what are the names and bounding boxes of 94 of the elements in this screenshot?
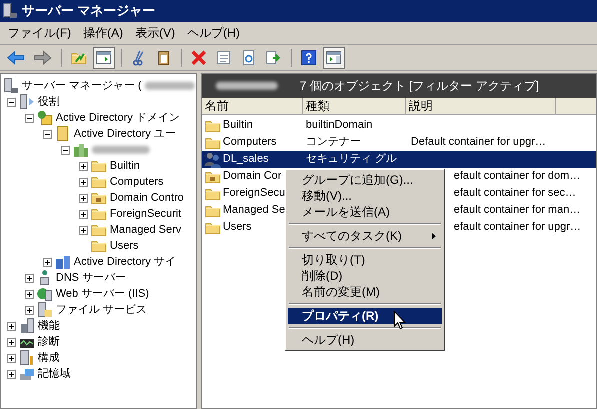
redacted-label — [216, 82, 278, 90]
name-cell-text: Computers — [223, 135, 277, 150]
name-cell-text: ForeignSecu — [223, 186, 286, 202]
delete-icon[interactable] — [191, 50, 207, 66]
tree-item[interactable]: Active Directory サイ — [74, 254, 176, 270]
expand-icon[interactable] — [79, 194, 88, 202]
selected-row[interactable]: DL_sales セキュリティ グル — [202, 151, 596, 168]
tree-item[interactable]: DNS サーバー — [56, 270, 126, 286]
globe-icon — [37, 286, 53, 302]
expand-icon[interactable] — [79, 210, 88, 218]
name-cell-text: Managed Se — [223, 203, 286, 218]
expand-icon[interactable] — [7, 322, 16, 330]
redacted-label — [144, 82, 195, 90]
tree-item[interactable]: 役割 — [38, 94, 60, 110]
collapse-icon[interactable] — [43, 130, 52, 138]
description-cell: efault container for upgr… — [454, 221, 582, 234]
window-title: サーバー マネージャー — [22, 2, 156, 20]
server-icon — [2, 3, 18, 19]
column-header[interactable]: 説明 — [406, 98, 556, 114]
tree-item[interactable]: Managed Serv — [110, 222, 182, 238]
expand-icon[interactable] — [79, 162, 88, 170]
tree-item[interactable]: Active Directory ドメイン — [56, 110, 180, 126]
tree-item[interactable]: ファイル サービス — [56, 302, 148, 318]
menu-item[interactable]: 切り取り(T) — [288, 252, 442, 268]
refresh-icon[interactable] — [241, 50, 257, 66]
expand-icon[interactable] — [25, 290, 34, 298]
expand-icon[interactable] — [79, 226, 88, 234]
menu-item[interactable]: 操作(A) — [79, 24, 128, 42]
back-arrow-icon[interactable] — [7, 50, 25, 66]
server-icon — [19, 350, 35, 366]
menu-item[interactable]: ファイル(F) — [4, 24, 76, 42]
description-cell: efault container for sec… — [454, 187, 576, 200]
name-cell-text: DL_sales — [223, 152, 269, 168]
menu-item[interactable]: 名前の変更(M) — [288, 284, 442, 300]
menu-item[interactable]: ヘルプ(H) — [288, 332, 442, 348]
server-icon — [37, 302, 53, 318]
menu-item[interactable]: プロパティ(R) — [288, 308, 442, 324]
clipboard-icon[interactable] — [156, 50, 172, 66]
tree-item[interactable]: Computers — [110, 174, 164, 190]
menu-item[interactable]: ヘルプ(H) — [183, 24, 244, 42]
mouse-cursor-icon — [394, 311, 406, 330]
disk-icon — [19, 366, 35, 382]
server-icon — [3, 78, 19, 94]
expand-icon[interactable] — [25, 306, 34, 314]
forward-arrow-icon[interactable] — [34, 50, 52, 66]
tree-item[interactable]: ForeignSecurit — [110, 206, 182, 222]
name-cell-text: Domain Cor — [223, 169, 282, 184]
expand-icon[interactable] — [43, 258, 52, 266]
name-cell-text: Users — [223, 220, 252, 236]
column-header[interactable]: 種類 — [303, 98, 406, 114]
expand-icon[interactable] — [7, 338, 16, 346]
tree-item[interactable]: Web サーバー (IIS) — [56, 286, 150, 302]
menu-item[interactable]: 移動(V)... — [288, 188, 442, 204]
collapse-icon[interactable] — [61, 146, 70, 154]
menu-item[interactable]: 削除(D) — [288, 268, 442, 284]
menu-item[interactable]: すべてのタスク(K) — [288, 228, 442, 244]
pane-icon[interactable] — [326, 50, 342, 66]
menu-item[interactable]: グループに追加(G)... — [288, 172, 442, 188]
server-icon — [19, 94, 35, 110]
collapse-icon[interactable] — [25, 114, 34, 122]
object-count: 7 個のオブジェクト [フィルター アクティブ] — [300, 78, 540, 95]
redacted-label — [92, 146, 150, 154]
type-cell: コンテナー — [306, 136, 361, 148]
pane-icon[interactable] — [96, 50, 112, 66]
description-cell: Default container for upgr… — [411, 136, 546, 148]
tree-item[interactable]: Users — [110, 238, 139, 254]
tree-item[interactable]: 機能 — [38, 318, 60, 334]
submenu-arrow-icon — [432, 232, 436, 240]
collapse-icon[interactable] — [7, 98, 16, 106]
users-icon — [205, 152, 221, 168]
tree-item[interactable]: 構成 — [38, 350, 60, 366]
menu-item[interactable]: メールを送信(A) — [288, 204, 442, 220]
name-cell-text: Builtin — [223, 118, 253, 134]
help-icon[interactable] — [301, 50, 317, 66]
expand-icon[interactable] — [25, 274, 34, 282]
expand-icon[interactable] — [7, 370, 16, 378]
tree-item[interactable]: Domain Contro — [110, 190, 184, 206]
tree-item[interactable]: 診断 — [38, 334, 60, 350]
expand-icon[interactable] — [79, 178, 88, 186]
type-cell: セキュリティ グル — [306, 153, 398, 166]
export-icon[interactable] — [266, 50, 282, 66]
directory-icon — [37, 110, 53, 126]
tree-item[interactable]: 記憶域 — [38, 366, 71, 382]
menu-item[interactable]: 表示(V) — [131, 24, 180, 42]
type-cell: builtinDomain — [306, 119, 373, 132]
document-icon[interactable] — [216, 50, 232, 66]
description-cell: efault container for dom… — [454, 170, 581, 182]
tree-item[interactable]: Builtin — [110, 158, 140, 174]
column-header[interactable]: 名前 — [202, 98, 303, 114]
description-cell: efault container for man… — [454, 204, 581, 216]
server-icon — [19, 318, 35, 334]
tree-item[interactable]: サーバー マネージャー ( — [22, 78, 142, 94]
tree-item[interactable]: Active Directory ユー — [74, 126, 176, 142]
expand-icon[interactable] — [7, 354, 16, 362]
